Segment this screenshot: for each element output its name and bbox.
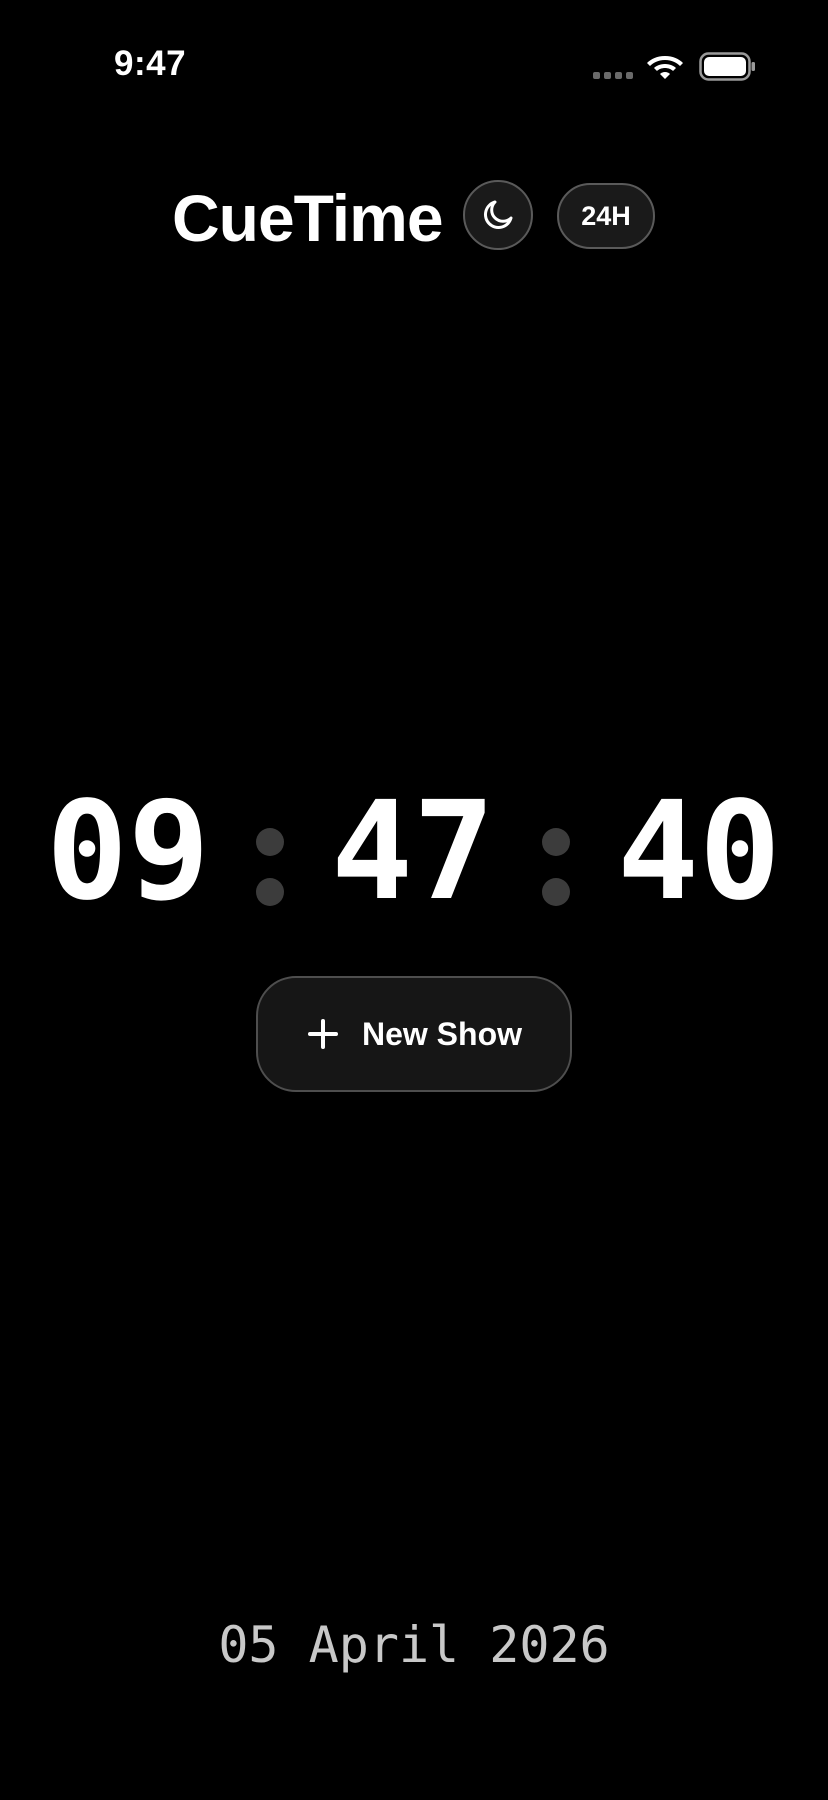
clock-display: 09 47 40 <box>0 773 828 931</box>
status-bar-time: 9:47 <box>114 44 187 83</box>
colon-dot-bottom <box>256 878 284 906</box>
battery-icon <box>699 52 755 81</box>
colon-dot-top <box>542 828 570 856</box>
colon-dot-bottom <box>542 878 570 906</box>
theme-toggle-button[interactable] <box>463 180 533 250</box>
new-show-label: New Show <box>361 1015 522 1052</box>
time-format-toggle-button[interactable]: 24H <box>557 183 655 249</box>
moon-icon <box>483 200 513 230</box>
plus-icon <box>307 1019 338 1049</box>
clock-seconds: 40 <box>617 773 781 931</box>
colon-dot-top <box>256 828 284 856</box>
wifi-icon <box>647 56 683 79</box>
new-show-button[interactable]: New Show <box>256 976 572 1092</box>
clock-hours: 09 <box>46 773 210 931</box>
clock-minutes: 47 <box>331 773 495 931</box>
current-date: 05 April 2026 <box>218 1616 610 1674</box>
app-title: CueTime <box>172 181 444 255</box>
signal-dots-icon <box>593 72 633 80</box>
